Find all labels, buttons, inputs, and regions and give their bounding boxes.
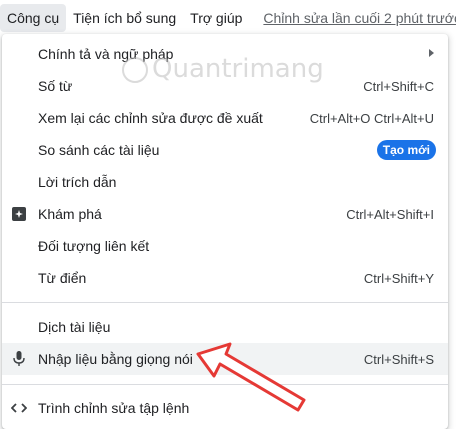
menu-item-label: Đối tượng liên kết bbox=[38, 238, 150, 254]
menu-item-script-editor[interactable]: Trình chỉnh sửa tập lệnh bbox=[2, 392, 448, 424]
menu-item-label: Lời trích dẫn bbox=[38, 174, 117, 190]
menu-item-citations[interactable]: Lời trích dẫn bbox=[2, 166, 448, 198]
shortcut-text: Ctrl+Shift+C bbox=[363, 78, 434, 94]
menu-item-label: Dịch tài liệu bbox=[38, 319, 111, 335]
shortcut-text: Ctrl+Shift+S bbox=[363, 351, 434, 367]
menu-item-compare-documents[interactable]: So sánh các tài liệu Tạo mới bbox=[2, 134, 448, 166]
code-icon bbox=[11, 400, 27, 416]
explore-plus-icon bbox=[11, 206, 27, 222]
shortcut-text: Ctrl+Shift+Y bbox=[363, 270, 434, 286]
menu-tools[interactable]: Công cụ bbox=[0, 4, 67, 32]
submenu-arrow-icon bbox=[429, 49, 434, 57]
microphone-icon bbox=[11, 351, 27, 367]
menu-divider bbox=[2, 384, 448, 385]
menu-item-spelling-grammar[interactable]: Chính tả và ngữ pháp bbox=[2, 38, 448, 70]
menu-item-label: Từ điển bbox=[38, 270, 87, 286]
menu-addons[interactable]: Tiện ích bổ sung bbox=[66, 4, 183, 32]
document-edge bbox=[448, 36, 456, 429]
tools-dropdown-menu: Chính tả và ngữ pháp Số từ Ctrl+Shift+C … bbox=[2, 34, 448, 429]
menu-item-linked-objects[interactable]: Đối tượng liên kết bbox=[2, 230, 448, 262]
menu-item-translate-document[interactable]: Dịch tài liệu bbox=[2, 311, 448, 343]
menu-item-review-suggested-edits[interactable]: Xem lại các chỉnh sửa được đề xuất Ctrl+… bbox=[2, 102, 448, 134]
menu-item-explore[interactable]: Khám phá Ctrl+Alt+Shift+I bbox=[2, 198, 448, 230]
menu-item-label: So sánh các tài liệu bbox=[38, 142, 160, 158]
menu-help[interactable]: Trợ giúp bbox=[183, 4, 249, 32]
menu-item-label: Trình chỉnh sửa tập lệnh bbox=[38, 400, 190, 416]
last-edit-link[interactable]: Chỉnh sửa lần cuối 2 phút trước bbox=[249, 10, 456, 26]
menu-bar: Công cụ Tiện ích bổ sung Trợ giúp Chỉnh … bbox=[0, 0, 456, 36]
shortcut-text: Ctrl+Alt+O Ctrl+Alt+U bbox=[309, 110, 434, 126]
menu-item-label: Chính tả và ngữ pháp bbox=[38, 46, 174, 62]
menu-item-dictionary[interactable]: Từ điển Ctrl+Shift+Y bbox=[2, 262, 448, 294]
menu-item-label: Nhập liệu bằng giọng nói bbox=[38, 351, 193, 367]
shortcut-text: Ctrl+Alt+Shift+I bbox=[346, 206, 434, 222]
menu-item-voice-typing[interactable]: Nhập liệu bằng giọng nói Ctrl+Shift+S bbox=[2, 343, 448, 375]
menu-item-word-count[interactable]: Số từ Ctrl+Shift+C bbox=[2, 70, 448, 102]
menu-item-label: Khám phá bbox=[38, 206, 102, 222]
menu-item-label: Xem lại các chỉnh sửa được đề xuất bbox=[38, 110, 263, 126]
new-badge: Tạo mới bbox=[376, 140, 436, 160]
menu-item-label: Số từ bbox=[38, 78, 73, 94]
menu-divider bbox=[2, 302, 448, 303]
